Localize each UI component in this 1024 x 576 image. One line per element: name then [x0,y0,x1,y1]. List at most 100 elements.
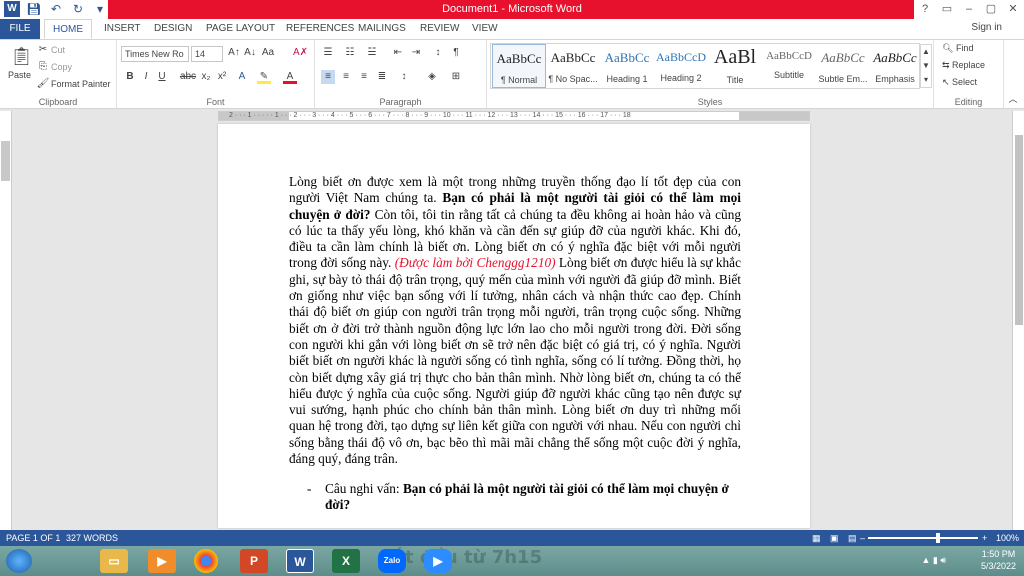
style-subtle-emphasis[interactable]: AaBbCc Subtle Em... [816,44,870,88]
change-case-icon[interactable]: Aa [261,46,275,60]
chrome-icon[interactable] [194,549,218,573]
maximize-button[interactable]: ▢ [980,0,1002,19]
horizontal-ruler[interactable]: 2 · · · 1 · · · · · 1 · · · 2 · · · 3 · … [218,111,810,121]
copy-button[interactable]: Copy [51,62,72,72]
style-preview: AaBbCcD [656,50,706,64]
window-controls: ? ▭ – ▢ ✕ [914,0,1024,19]
customize-qat-icon[interactable]: ▾ [92,1,108,17]
subscript-button[interactable]: x₂ [199,70,213,84]
align-right-icon[interactable]: ≡ [357,70,371,84]
sign-in-link[interactable]: Sign in [971,22,1002,33]
style-heading-2[interactable]: AaBbCcD Heading 2 [654,44,708,88]
style-no-spacing[interactable]: AaBbCc ¶ No Spac... [546,44,600,88]
tab-review[interactable]: REVIEW [412,19,467,39]
undo-icon[interactable]: ↶ [48,1,64,17]
redo-icon[interactable]: ↻ [70,1,86,17]
find-button[interactable]: 🔍︎ Find [942,43,1003,54]
vertical-scrollbar[interactable] [1012,111,1024,531]
editing-group: 🔍︎ Find ⇆ Replace ↖ Select Editing [934,40,1004,108]
start-button[interactable] [6,549,32,573]
font-color-icon[interactable]: A [283,70,297,84]
numbering-icon[interactable]: ☷ [343,46,357,60]
styles-scroll-icon[interactable]: ▲ ▼ ▾ [920,44,932,88]
tab-file[interactable]: FILE [0,19,40,39]
web-layout-icon[interactable]: ▤ [848,530,857,546]
show-marks-icon[interactable]: ¶ [449,46,463,60]
style-normal[interactable]: AaBbCc ¶ Normal [492,44,546,88]
bullets-icon[interactable]: ☰ [321,46,335,60]
zoom-level[interactable]: 100% [996,530,1019,546]
grow-font-icon[interactable]: A↑ [227,46,241,60]
highlight-icon[interactable]: ✎ [257,70,271,84]
format-painter-icon[interactable]: 🖌︎ [36,77,50,91]
style-subtitle[interactable]: AaBbCcD Subtitle [762,44,816,88]
media-player-icon[interactable]: ▶ [148,549,176,573]
borders-icon[interactable]: ⊞ [449,70,463,84]
close-button[interactable]: ✕ [1002,0,1024,19]
save-icon[interactable]: 💾︎ [26,1,42,17]
copy-icon[interactable]: ⎘ [36,60,50,74]
line-spacing-icon[interactable]: ↕ [397,70,411,84]
collapse-ribbon-icon[interactable]: ︿ [1006,92,1020,106]
help-button[interactable]: ? [914,0,936,19]
replace-button[interactable]: ⇆ Replace [942,60,1003,71]
select-button[interactable]: ↖ Select [942,77,1003,88]
align-left-icon[interactable]: ≡ [321,70,335,84]
zoom-out-icon[interactable]: – [860,530,865,546]
zoom-slider[interactable] [868,537,978,539]
shading-icon[interactable]: ◈ [425,70,439,84]
word-taskbar-icon[interactable]: W [286,549,314,573]
sort-icon[interactable]: ↕ [431,46,445,60]
word-count[interactable]: 327 WORDS [66,530,118,546]
excel-icon[interactable]: X [332,549,360,573]
align-center-icon[interactable]: ≡ [339,70,353,84]
shrink-font-icon[interactable]: A↓ [243,46,257,60]
page-count[interactable]: PAGE 1 OF 1 [6,530,60,546]
format-painter-button[interactable]: Format Painter [51,79,111,89]
multilevel-list-icon[interactable]: ☱ [365,46,379,60]
tab-home[interactable]: HOME [44,19,92,39]
paste-icon[interactable]: 📋︎ [10,44,33,68]
cut-icon[interactable]: ✂ [36,43,50,57]
font-size-box[interactable]: 14 [191,46,223,62]
paste-button[interactable]: Paste [8,70,31,80]
underline-button[interactable]: U [155,70,169,84]
tray-icons[interactable]: ▲ ▮ 🔊︎ [921,554,946,566]
style-title[interactable]: AaBl Title [708,44,762,88]
italic-button[interactable]: I [139,70,153,84]
text-effects-icon[interactable]: A [235,70,249,84]
tab-page-layout[interactable]: PAGE LAYOUT [198,19,283,39]
print-layout-icon[interactable]: ▣ [830,530,839,546]
ribbon-display-button[interactable]: ▭ [936,0,958,19]
scrollbar-thumb[interactable] [1015,135,1023,325]
clear-formatting-icon[interactable]: A✗ [293,46,308,60]
style-heading-1[interactable]: AaBbCc Heading 1 [600,44,654,88]
file-explorer-icon[interactable]: ▭ [100,549,128,573]
minimize-button[interactable]: – [958,0,980,19]
vertical-ruler[interactable] [0,111,12,531]
decrease-indent-icon[interactable]: ⇤ [391,46,405,60]
zoom-in-icon[interactable]: + [982,530,987,546]
bullet-dash: - [307,481,312,496]
powerpoint-icon[interactable]: P [240,549,268,573]
superscript-button[interactable]: x² [215,70,229,84]
tab-insert[interactable]: INSERT [96,19,149,39]
strikethrough-button[interactable]: abc [179,70,197,84]
tab-view[interactable]: VIEW [464,19,506,39]
tab-design[interactable]: DESIGN [146,19,200,39]
font-name-box[interactable]: Times New Ro [121,46,189,62]
zoom-thumb[interactable] [936,533,940,543]
read-mode-icon[interactable]: ▦ [812,530,821,546]
bold-button[interactable]: B [123,70,137,84]
zoom-app-icon[interactable]: ▶ [424,549,452,573]
paragraph-text: Lòng biết ơn được hiểu là sự khắc ghi, s… [289,255,741,467]
cut-button[interactable]: Cut [51,45,65,55]
increase-indent-icon[interactable]: ⇥ [409,46,423,60]
justify-icon[interactable]: ≣ [375,70,389,84]
tab-mailings[interactable]: MAILINGS [350,19,414,39]
document-body[interactable]: Lòng biết ơn được xem là một trong những… [289,174,741,467]
document-page[interactable]: Lòng biết ơn được xem là một trong những… [218,124,810,528]
style-emphasis[interactable]: AaBbCc Emphasis [870,44,920,88]
zalo-icon[interactable]: Zalo [378,549,406,573]
system-tray[interactable]: ▲ ▮ 🔊︎ 1:50 PM 5/3/2022 [921,548,1016,572]
